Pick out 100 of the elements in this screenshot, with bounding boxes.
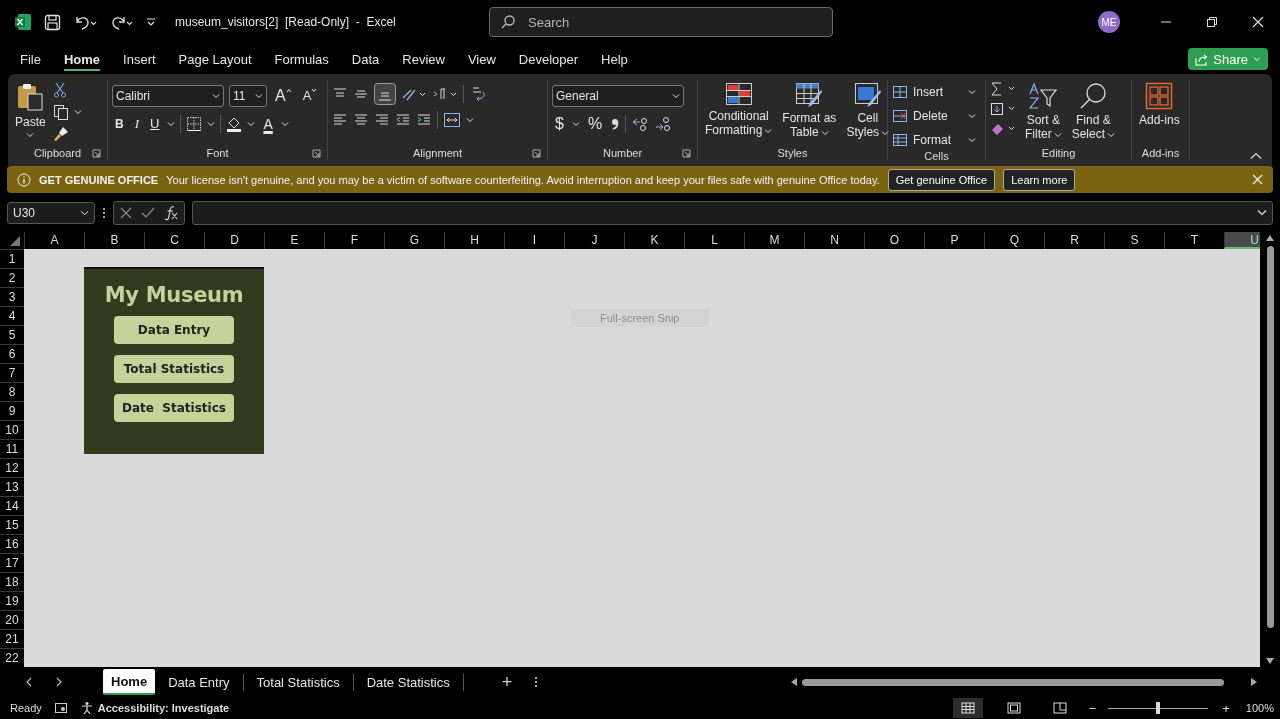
expand-icon[interactable] [1257, 209, 1267, 216]
paste-button[interactable]: Paste [12, 80, 49, 140]
worksheet-grid[interactable]: My Museum Data Entry Total Statistics Date Statistics Full-screen Snip [24, 249, 1260, 667]
menu-tab[interactable]: Page Layout [178, 47, 252, 71]
comma-style-icon[interactable] [610, 116, 621, 132]
paragraph-direction-icon[interactable] [432, 86, 458, 102]
next-sheet-icon[interactable] [55, 677, 63, 687]
menu-tab[interactable]: Data [351, 47, 380, 71]
underline-button[interactable]: U [147, 116, 163, 132]
cells-button[interactable]: Format [892, 130, 976, 150]
decrease-indent-icon[interactable] [395, 112, 411, 128]
scroll-right-icon[interactable] [1250, 677, 1258, 687]
dialog-launcher-icon[interactable] [532, 149, 541, 158]
caret-icon[interactable] [280, 121, 289, 127]
scroll-down-icon[interactable] [1265, 657, 1275, 665]
dialog-launcher-icon[interactable] [312, 149, 321, 158]
cells-button[interactable]: Insert [892, 82, 976, 102]
sheet-tab[interactable]: Data Entry [155, 673, 244, 691]
view-button[interactable] [952, 698, 983, 718]
cells-button[interactable]: Delete [892, 106, 976, 126]
editing-button[interactable]: Find & Select [1068, 80, 1119, 143]
scroll-left-icon[interactable] [790, 677, 798, 687]
column-header[interactable]: U [1224, 232, 1260, 249]
styles-button[interactable]: Format as Table [779, 80, 840, 141]
previous-sheet-icon[interactable] [25, 677, 33, 687]
align-center-icon[interactable] [353, 112, 369, 128]
close-icon[interactable] [1252, 16, 1264, 28]
user-avatar[interactable]: ME [1098, 11, 1120, 33]
zoom-percentage[interactable]: 100% [1245, 702, 1274, 714]
new-sheet-button[interactable]: + [501, 671, 513, 693]
copy-icon[interactable] [52, 104, 69, 120]
caret-icon[interactable] [73, 109, 82, 115]
shrink-font-button[interactable]: A [299, 88, 321, 104]
align-left-icon[interactable] [332, 112, 348, 128]
scroll-up-icon[interactable] [1265, 234, 1275, 242]
number-format-dropdown[interactable]: General [552, 85, 684, 107]
formula-input[interactable] [192, 200, 1273, 225]
paintbrush-icon[interactable] [52, 126, 69, 142]
currency-button[interactable]: $ [552, 116, 567, 132]
add-ins-button[interactable]: Add-ins [1136, 80, 1183, 129]
decrease-decimal-icon[interactable] [654, 116, 673, 132]
menu-tab[interactable]: Review [402, 47, 445, 71]
nav-button[interactable]: Data Entry [114, 316, 234, 344]
sheet-tab[interactable]: Home [103, 669, 156, 695]
menu-tab[interactable]: Formulas [274, 47, 329, 71]
scissors-icon[interactable] [52, 82, 67, 98]
more-options-icon[interactable] [534, 676, 539, 688]
fill-color-icon[interactable] [226, 116, 243, 132]
customize-toolbar-icon[interactable] [145, 16, 157, 28]
align-right-icon[interactable] [374, 112, 390, 128]
styles-button[interactable]: Conditional Formatting [702, 80, 776, 139]
menu-tab[interactable]: Insert [123, 47, 156, 71]
accessibility-status[interactable]: Accessibility: Investigate [79, 701, 230, 715]
collapse-ribbon-icon[interactable] [1250, 152, 1262, 160]
menu-tab[interactable]: File [20, 47, 41, 71]
name-box[interactable]: U30 [7, 201, 95, 224]
caret-icon[interactable] [167, 121, 176, 127]
function-icon[interactable] [163, 204, 179, 221]
sheet-tab[interactable]: Date Statistics [353, 673, 464, 691]
italic-button[interactable]: I [131, 116, 142, 132]
styles-button[interactable]: Cell Styles [843, 80, 893, 141]
merge-cells-icon[interactable] [443, 112, 461, 128]
warning-button[interactable]: Learn more [1003, 168, 1076, 191]
menu-tab[interactable]: Developer [518, 47, 579, 71]
editing-button[interactable]: Sort & Filter [1022, 80, 1065, 143]
warning-button[interactable]: Get genuine Office [887, 168, 996, 191]
dialog-launcher-icon[interactable] [682, 149, 691, 158]
font-name-dropdown[interactable]: Calibri [112, 85, 224, 107]
increase-indent-icon[interactable] [416, 112, 432, 128]
nav-button[interactable]: Date Statistics [114, 394, 234, 422]
more-options-icon[interactable] [102, 205, 106, 220]
horizontal-scrollbar[interactable] [790, 677, 1258, 687]
font-color-button[interactable]: A [260, 116, 276, 132]
caret-icon[interactable] [207, 121, 216, 127]
cancel-icon[interactable] [119, 205, 133, 220]
dialog-launcher-icon[interactable] [92, 149, 101, 158]
caret-icon[interactable] [571, 121, 580, 127]
borders-icon[interactable] [186, 116, 203, 132]
save-icon[interactable] [44, 13, 61, 31]
restore-icon[interactable] [1206, 16, 1218, 28]
menu-tab[interactable]: View [467, 47, 496, 71]
checkmark-icon[interactable] [140, 205, 156, 220]
sheet-tab[interactable]: Total Statistics [243, 673, 354, 691]
caret-icon [881, 129, 890, 136]
caret-icon[interactable] [247, 121, 256, 127]
caret-icon[interactable] [466, 117, 474, 123]
bold-button[interactable]: B [112, 116, 127, 132]
align-bottom-icon[interactable] [374, 83, 396, 105]
percent-button[interactable]: % [584, 116, 606, 132]
grow-font-button[interactable]: A [272, 88, 295, 104]
macro-recording-icon[interactable] [53, 702, 68, 714]
search-field[interactable]: Search [489, 7, 833, 37]
zoom-slider-thumb[interactable] [1156, 702, 1161, 714]
menu-tab[interactable]: Help [601, 47, 628, 71]
increase-decimal-icon[interactable] [631, 116, 650, 132]
nav-button[interactable]: Total Statistics [114, 355, 234, 383]
zoom-out-button[interactable]: − [1088, 700, 1097, 716]
font-size-dropdown[interactable]: 11 [229, 85, 267, 107]
menu-tab[interactable]: Home [63, 47, 101, 71]
zoom-in-button[interactable]: + [1222, 700, 1230, 716]
